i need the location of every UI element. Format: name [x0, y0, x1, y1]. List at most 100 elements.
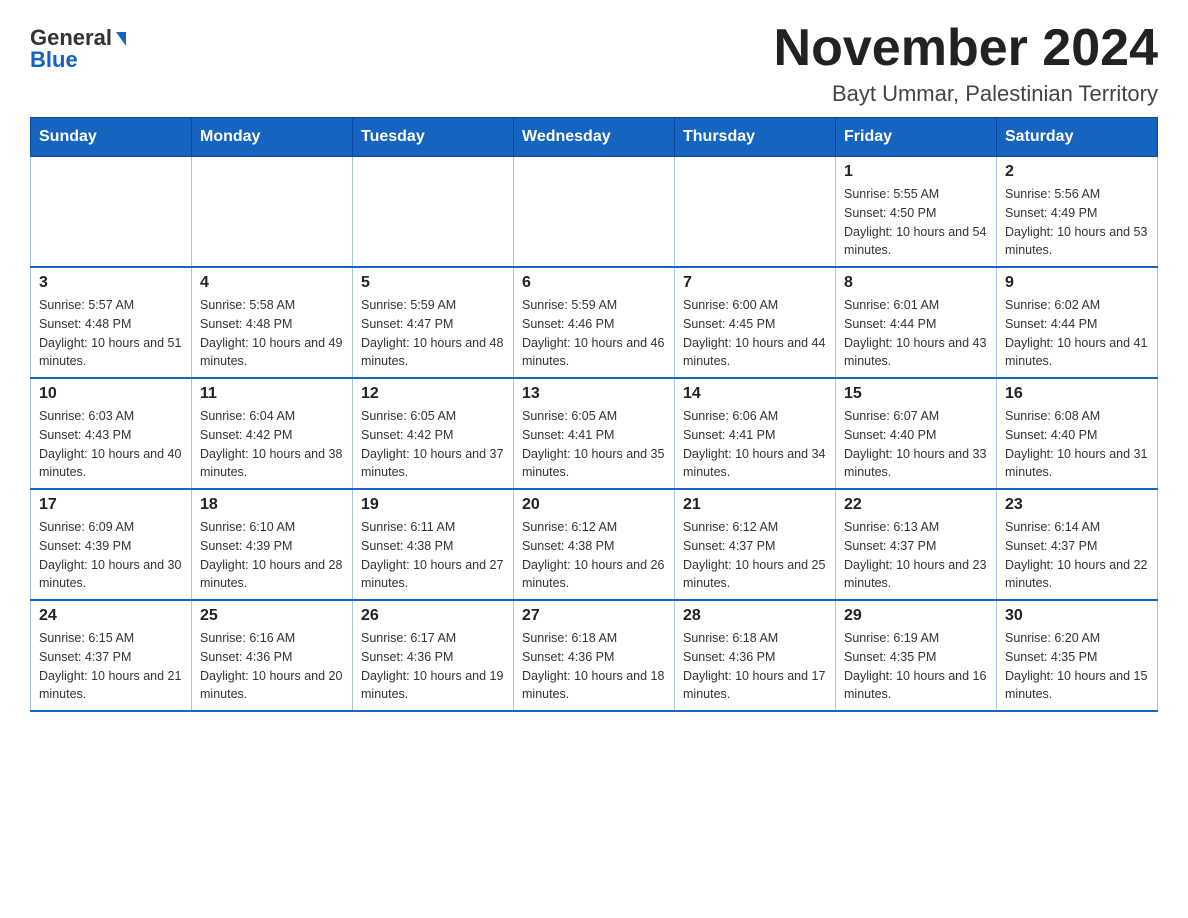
- title-block: November 2024 Bayt Ummar, Palestinian Te…: [774, 20, 1158, 107]
- logo-blue: Blue: [30, 47, 78, 73]
- day-info: Sunrise: 6:12 AMSunset: 4:38 PMDaylight:…: [522, 518, 666, 593]
- calendar-cell: [675, 157, 836, 268]
- calendar-cell: 6 Sunrise: 5:59 AMSunset: 4:46 PMDaylight…: [514, 267, 675, 378]
- calendar-cell: 3Sunrise: 5:57 AMSunset: 4:48 PMDaylight…: [31, 267, 192, 378]
- day-number: 14: [683, 385, 827, 403]
- day-info: Sunrise: 6:08 AMSunset: 4:40 PMDaylight:…: [1005, 407, 1149, 482]
- logo-arrow-icon: [116, 32, 126, 46]
- day-number: 11: [200, 385, 344, 403]
- day-number: 3: [39, 274, 183, 292]
- calendar-cell: 10 Sunrise: 6:03 AMSunset: 4:43 PMDayligh…: [31, 378, 192, 489]
- calendar-week-row: 17Sunrise: 6:09 AMSunset: 4:39 PMDayligh…: [31, 489, 1158, 600]
- calendar-cell: 4 Sunrise: 5:58 AMSunset: 4:48 PMDaylight…: [192, 267, 353, 378]
- calendar-body: 1 Sunrise: 5:55 AMSunset: 4:50 PMDaylight…: [31, 157, 1158, 712]
- day-number: 22: [844, 496, 988, 514]
- calendar-cell: 5Sunrise: 5:59 AMSunset: 4:47 PMDaylight…: [353, 267, 514, 378]
- day-number: 19: [361, 496, 505, 514]
- day-number: 7: [683, 274, 827, 292]
- day-number: 1: [844, 163, 988, 181]
- calendar-cell: 23Sunrise: 6:14 AMSunset: 4:37 PMDayligh…: [997, 489, 1158, 600]
- day-info: Sunrise: 6:18 AMSunset: 4:36 PMDaylight:…: [683, 629, 827, 704]
- calendar-cell: 22 Sunrise: 6:13 AMSunset: 4:37 PMDayligh…: [836, 489, 997, 600]
- day-info: Sunrise: 6:05 AMSunset: 4:41 PMDaylight:…: [522, 407, 666, 482]
- day-info: Sunrise: 6:00 AMSunset: 4:45 PMDaylight:…: [683, 296, 827, 371]
- day-info: Sunrise: 6:18 AMSunset: 4:36 PMDaylight:…: [522, 629, 666, 704]
- calendar-cell: 16 Sunrise: 6:08 AMSunset: 4:40 PMDayligh…: [997, 378, 1158, 489]
- day-info: Sunrise: 6:03 AMSunset: 4:43 PMDaylight:…: [39, 407, 183, 482]
- calendar-cell: 14 Sunrise: 6:06 AMSunset: 4:41 PMDayligh…: [675, 378, 836, 489]
- day-info: Sunrise: 6:01 AMSunset: 4:44 PMDaylight:…: [844, 296, 988, 371]
- day-number: 13: [522, 385, 666, 403]
- day-number: 20: [522, 496, 666, 514]
- calendar-cell: 28 Sunrise: 6:18 AMSunset: 4:36 PMDayligh…: [675, 600, 836, 711]
- calendar-cell: 30 Sunrise: 6:20 AMSunset: 4:35 PMDayligh…: [997, 600, 1158, 711]
- day-number: 28: [683, 607, 827, 625]
- location-subtitle: Bayt Ummar, Palestinian Territory: [774, 81, 1158, 107]
- calendar-cell: 7 Sunrise: 6:00 AMSunset: 4:45 PMDaylight…: [675, 267, 836, 378]
- calendar-cell: 11 Sunrise: 6:04 AMSunset: 4:42 PMDayligh…: [192, 378, 353, 489]
- calendar-cell: 19 Sunrise: 6:11 AMSunset: 4:38 PMDayligh…: [353, 489, 514, 600]
- day-info: Sunrise: 6:04 AMSunset: 4:42 PMDaylight:…: [200, 407, 344, 482]
- day-info: Sunrise: 6:13 AMSunset: 4:37 PMDaylight:…: [844, 518, 988, 593]
- calendar-cell: 20 Sunrise: 6:12 AMSunset: 4:38 PMDayligh…: [514, 489, 675, 600]
- day-number: 18: [200, 496, 344, 514]
- day-number: 10: [39, 385, 183, 403]
- page-header: General Blue November 2024 Bayt Ummar, P…: [30, 20, 1158, 107]
- day-info: Sunrise: 5:58 AMSunset: 4:48 PMDaylight:…: [200, 296, 344, 371]
- calendar-cell: 27 Sunrise: 6:18 AMSunset: 4:36 PMDayligh…: [514, 600, 675, 711]
- day-info: Sunrise: 6:09 AMSunset: 4:39 PMDaylight:…: [39, 518, 183, 593]
- day-info: Sunrise: 6:17 AMSunset: 4:36 PMDaylight:…: [361, 629, 505, 704]
- day-number: 30: [1005, 607, 1149, 625]
- weekday-header-thursday: Thursday: [675, 118, 836, 157]
- day-info: Sunrise: 6:10 AMSunset: 4:39 PMDaylight:…: [200, 518, 344, 593]
- logo: General Blue: [30, 25, 126, 73]
- day-number: 26: [361, 607, 505, 625]
- calendar-cell: 17Sunrise: 6:09 AMSunset: 4:39 PMDayligh…: [31, 489, 192, 600]
- calendar-cell: 9Sunrise: 6:02 AMSunset: 4:44 PMDaylight…: [997, 267, 1158, 378]
- day-number: 27: [522, 607, 666, 625]
- calendar-week-row: 24Sunrise: 6:15 AMSunset: 4:37 PMDayligh…: [31, 600, 1158, 711]
- calendar-cell: [192, 157, 353, 268]
- day-number: 25: [200, 607, 344, 625]
- day-number: 23: [1005, 496, 1149, 514]
- day-number: 6: [522, 274, 666, 292]
- weekday-header-row: SundayMondayTuesdayWednesdayThursdayFrid…: [31, 118, 1158, 157]
- day-info: Sunrise: 6:07 AMSunset: 4:40 PMDaylight:…: [844, 407, 988, 482]
- calendar-cell: 12 Sunrise: 6:05 AMSunset: 4:42 PMDayligh…: [353, 378, 514, 489]
- day-number: 29: [844, 607, 988, 625]
- calendar-week-row: 1 Sunrise: 5:55 AMSunset: 4:50 PMDaylight…: [31, 157, 1158, 268]
- calendar-cell: 8 Sunrise: 6:01 AMSunset: 4:44 PMDaylight…: [836, 267, 997, 378]
- calendar-cell: [31, 157, 192, 268]
- calendar-header: SundayMondayTuesdayWednesdayThursdayFrid…: [31, 118, 1158, 157]
- day-number: 12: [361, 385, 505, 403]
- day-info: Sunrise: 6:16 AMSunset: 4:36 PMDaylight:…: [200, 629, 344, 704]
- day-number: 8: [844, 274, 988, 292]
- day-number: 9: [1005, 274, 1149, 292]
- weekday-header-friday: Friday: [836, 118, 997, 157]
- calendar-week-row: 3Sunrise: 5:57 AMSunset: 4:48 PMDaylight…: [31, 267, 1158, 378]
- calendar-cell: 24Sunrise: 6:15 AMSunset: 4:37 PMDayligh…: [31, 600, 192, 711]
- day-info: Sunrise: 6:12 AMSunset: 4:37 PMDaylight:…: [683, 518, 827, 593]
- weekday-header-monday: Monday: [192, 118, 353, 157]
- day-info: Sunrise: 5:56 AMSunset: 4:49 PMDaylight:…: [1005, 185, 1149, 260]
- calendar-cell: 21Sunrise: 6:12 AMSunset: 4:37 PMDayligh…: [675, 489, 836, 600]
- day-number: 4: [200, 274, 344, 292]
- calendar-cell: 29 Sunrise: 6:19 AMSunset: 4:35 PMDayligh…: [836, 600, 997, 711]
- day-number: 15: [844, 385, 988, 403]
- day-info: Sunrise: 6:11 AMSunset: 4:38 PMDaylight:…: [361, 518, 505, 593]
- day-info: Sunrise: 5:55 AMSunset: 4:50 PMDaylight:…: [844, 185, 988, 260]
- day-info: Sunrise: 6:20 AMSunset: 4:35 PMDaylight:…: [1005, 629, 1149, 704]
- day-info: Sunrise: 6:06 AMSunset: 4:41 PMDaylight:…: [683, 407, 827, 482]
- calendar-table: SundayMondayTuesdayWednesdayThursdayFrid…: [30, 117, 1158, 712]
- weekday-header-saturday: Saturday: [997, 118, 1158, 157]
- calendar-week-row: 10 Sunrise: 6:03 AMSunset: 4:43 PMDayligh…: [31, 378, 1158, 489]
- day-number: 5: [361, 274, 505, 292]
- calendar-cell: [353, 157, 514, 268]
- weekday-header-wednesday: Wednesday: [514, 118, 675, 157]
- day-info: Sunrise: 6:05 AMSunset: 4:42 PMDaylight:…: [361, 407, 505, 482]
- day-number: 16: [1005, 385, 1149, 403]
- day-info: Sunrise: 6:19 AMSunset: 4:35 PMDaylight:…: [844, 629, 988, 704]
- calendar-cell: 1 Sunrise: 5:55 AMSunset: 4:50 PMDaylight…: [836, 157, 997, 268]
- weekday-header-sunday: Sunday: [31, 118, 192, 157]
- day-info: Sunrise: 5:59 AMSunset: 4:46 PMDaylight:…: [522, 296, 666, 371]
